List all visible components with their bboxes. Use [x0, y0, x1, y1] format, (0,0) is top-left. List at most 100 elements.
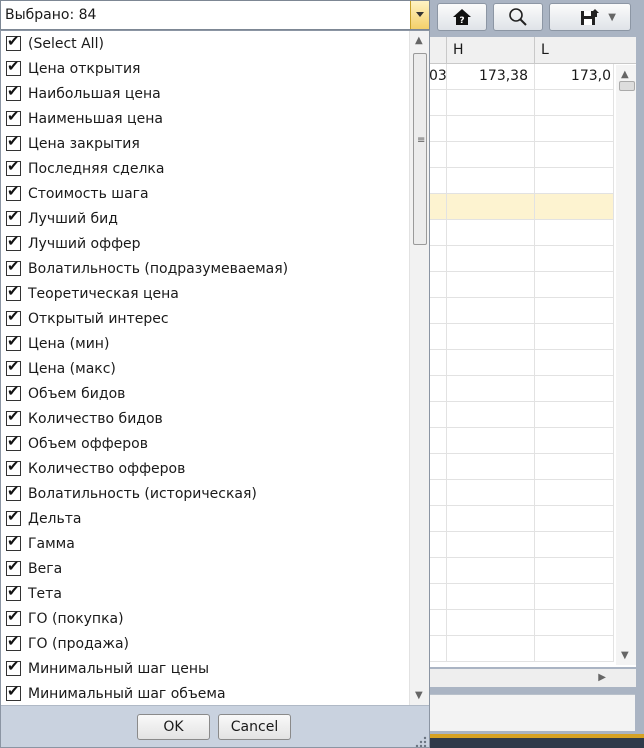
cancel-button[interactable]: Cancel: [218, 714, 291, 740]
list-item[interactable]: Цена (макс): [1, 356, 409, 381]
list-item[interactable]: Вега: [1, 556, 409, 581]
scroll-right-icon[interactable]: ▶: [598, 672, 606, 683]
checkbox-checked[interactable]: [6, 382, 21, 401]
table-row[interactable]: [429, 298, 614, 324]
grid-header-h[interactable]: H: [447, 37, 535, 63]
list-item[interactable]: Открытый интерес: [1, 306, 409, 331]
grid-cell: [429, 610, 447, 635]
list-item[interactable]: Объем офферов: [1, 431, 409, 456]
checkbox-checked[interactable]: [6, 307, 21, 326]
table-row[interactable]: [429, 168, 614, 194]
list-item[interactable]: Количество офферов: [1, 456, 409, 481]
checkbox-checked[interactable]: [6, 482, 21, 501]
list-item[interactable]: Наименьшая цена: [1, 106, 409, 131]
home-button[interactable]: ?: [437, 3, 487, 31]
checkbox-checked[interactable]: [6, 282, 21, 301]
checkbox-checked[interactable]: [6, 557, 21, 576]
ok-button[interactable]: OK: [137, 714, 210, 740]
list-item[interactable]: Гамма: [1, 531, 409, 556]
checkbox-checked[interactable]: [6, 357, 21, 376]
checkbox-checked[interactable]: [6, 457, 21, 476]
checkbox-checked[interactable]: [6, 632, 21, 651]
grip-icon: ≡: [417, 135, 426, 146]
list-item[interactable]: Цена открытия: [1, 56, 409, 81]
table-row[interactable]: [429, 220, 614, 246]
list-item[interactable]: Цена закрытия: [1, 131, 409, 156]
table-row[interactable]: [429, 376, 614, 402]
table-row[interactable]: [429, 350, 614, 376]
table-row[interactable]: [429, 532, 614, 558]
table-row[interactable]: [429, 142, 614, 168]
grid-scroll-thumb[interactable]: [619, 81, 635, 121]
checkbox-checked[interactable]: [6, 257, 21, 276]
table-row[interactable]: 03 173,38 173,0: [429, 64, 614, 90]
checkbox-checked[interactable]: [6, 432, 21, 451]
checkbox-checked[interactable]: [6, 32, 21, 51]
grid-cell: [447, 90, 535, 115]
scroll-up-icon[interactable]: ▲: [621, 69, 629, 80]
table-row[interactable]: [429, 480, 614, 506]
table-row[interactable]: [429, 610, 614, 636]
list-item[interactable]: Дельта: [1, 506, 409, 531]
list-scroll-thumb[interactable]: ≡: [413, 53, 427, 245]
scroll-up-icon[interactable]: ▲: [415, 35, 423, 46]
checkbox-checked[interactable]: [6, 157, 21, 176]
list-item[interactable]: Стоимость шага: [1, 181, 409, 206]
checkbox-checked[interactable]: [6, 182, 21, 201]
save-menu-button[interactable]: ▼: [549, 3, 631, 31]
table-row[interactable]: [429, 454, 614, 480]
table-row[interactable]: [429, 428, 614, 454]
list-item[interactable]: Наибольшая цена: [1, 81, 409, 106]
list-item[interactable]: Цена (мин): [1, 331, 409, 356]
checkbox-checked[interactable]: [6, 207, 21, 226]
checkbox-checked[interactable]: [6, 582, 21, 601]
list-item[interactable]: ГО (продажа): [1, 631, 409, 656]
list-item[interactable]: Теоретическая цена: [1, 281, 409, 306]
list-item[interactable]: Количество бидов: [1, 406, 409, 431]
list-item[interactable]: Минимальный шаг цены: [1, 656, 409, 681]
resize-grip-icon[interactable]: [413, 734, 427, 748]
table-row[interactable]: [429, 90, 614, 116]
checkbox-checked[interactable]: [6, 507, 21, 526]
table-row[interactable]: [429, 402, 614, 428]
checkbox-checked[interactable]: [6, 132, 21, 151]
search-button[interactable]: [493, 3, 543, 31]
list-item[interactable]: Волатильность (историческая): [1, 481, 409, 506]
select-all-item[interactable]: (Select All): [1, 31, 409, 56]
table-row[interactable]: [429, 272, 614, 298]
table-row[interactable]: [429, 324, 614, 350]
checkbox-checked[interactable]: [6, 532, 21, 551]
checkbox-checked[interactable]: [6, 407, 21, 426]
grid-horizontal-scrollbar[interactable]: ▶: [429, 669, 636, 687]
checkbox-checked[interactable]: [6, 107, 21, 126]
table-row[interactable]: [429, 584, 614, 610]
checkbox-checked[interactable]: [6, 657, 21, 676]
checkbox-checked[interactable]: [6, 682, 21, 701]
checkbox-checked[interactable]: [6, 82, 21, 101]
combo-dropdown-button[interactable]: [410, 1, 429, 29]
table-row[interactable]: [429, 246, 614, 272]
list-item[interactable]: Лучший бид: [1, 206, 409, 231]
list-item[interactable]: Тета: [1, 581, 409, 606]
list-item[interactable]: Последняя сделка: [1, 156, 409, 181]
table-row[interactable]: [429, 506, 614, 532]
table-row[interactable]: [429, 636, 614, 662]
scroll-down-icon[interactable]: ▼: [415, 690, 423, 701]
table-row[interactable]: [429, 558, 614, 584]
checkbox-checked[interactable]: [6, 57, 21, 76]
table-row[interactable]: [429, 194, 614, 220]
checkbox-checked[interactable]: [6, 232, 21, 251]
list-item[interactable]: Волатильность (подразумеваемая): [1, 256, 409, 281]
checkbox-checked[interactable]: [6, 332, 21, 351]
table-row[interactable]: [429, 116, 614, 142]
list-item[interactable]: Лучший оффер: [1, 231, 409, 256]
scroll-down-icon[interactable]: ▼: [621, 650, 629, 661]
column-selector-combo[interactable]: Выбрано: 84: [0, 0, 430, 30]
list-item[interactable]: ГО (покупка): [1, 606, 409, 631]
checkbox-checked[interactable]: [6, 607, 21, 626]
list-item[interactable]: Объем бидов: [1, 381, 409, 406]
list-item[interactable]: Минимальный шаг объема: [1, 681, 409, 705]
list-vertical-scrollbar[interactable]: ▲ ≡ ▼: [409, 31, 429, 705]
grid-vertical-scrollbar[interactable]: ▲ ▼: [616, 65, 636, 665]
grid-header-l[interactable]: L: [535, 37, 615, 63]
